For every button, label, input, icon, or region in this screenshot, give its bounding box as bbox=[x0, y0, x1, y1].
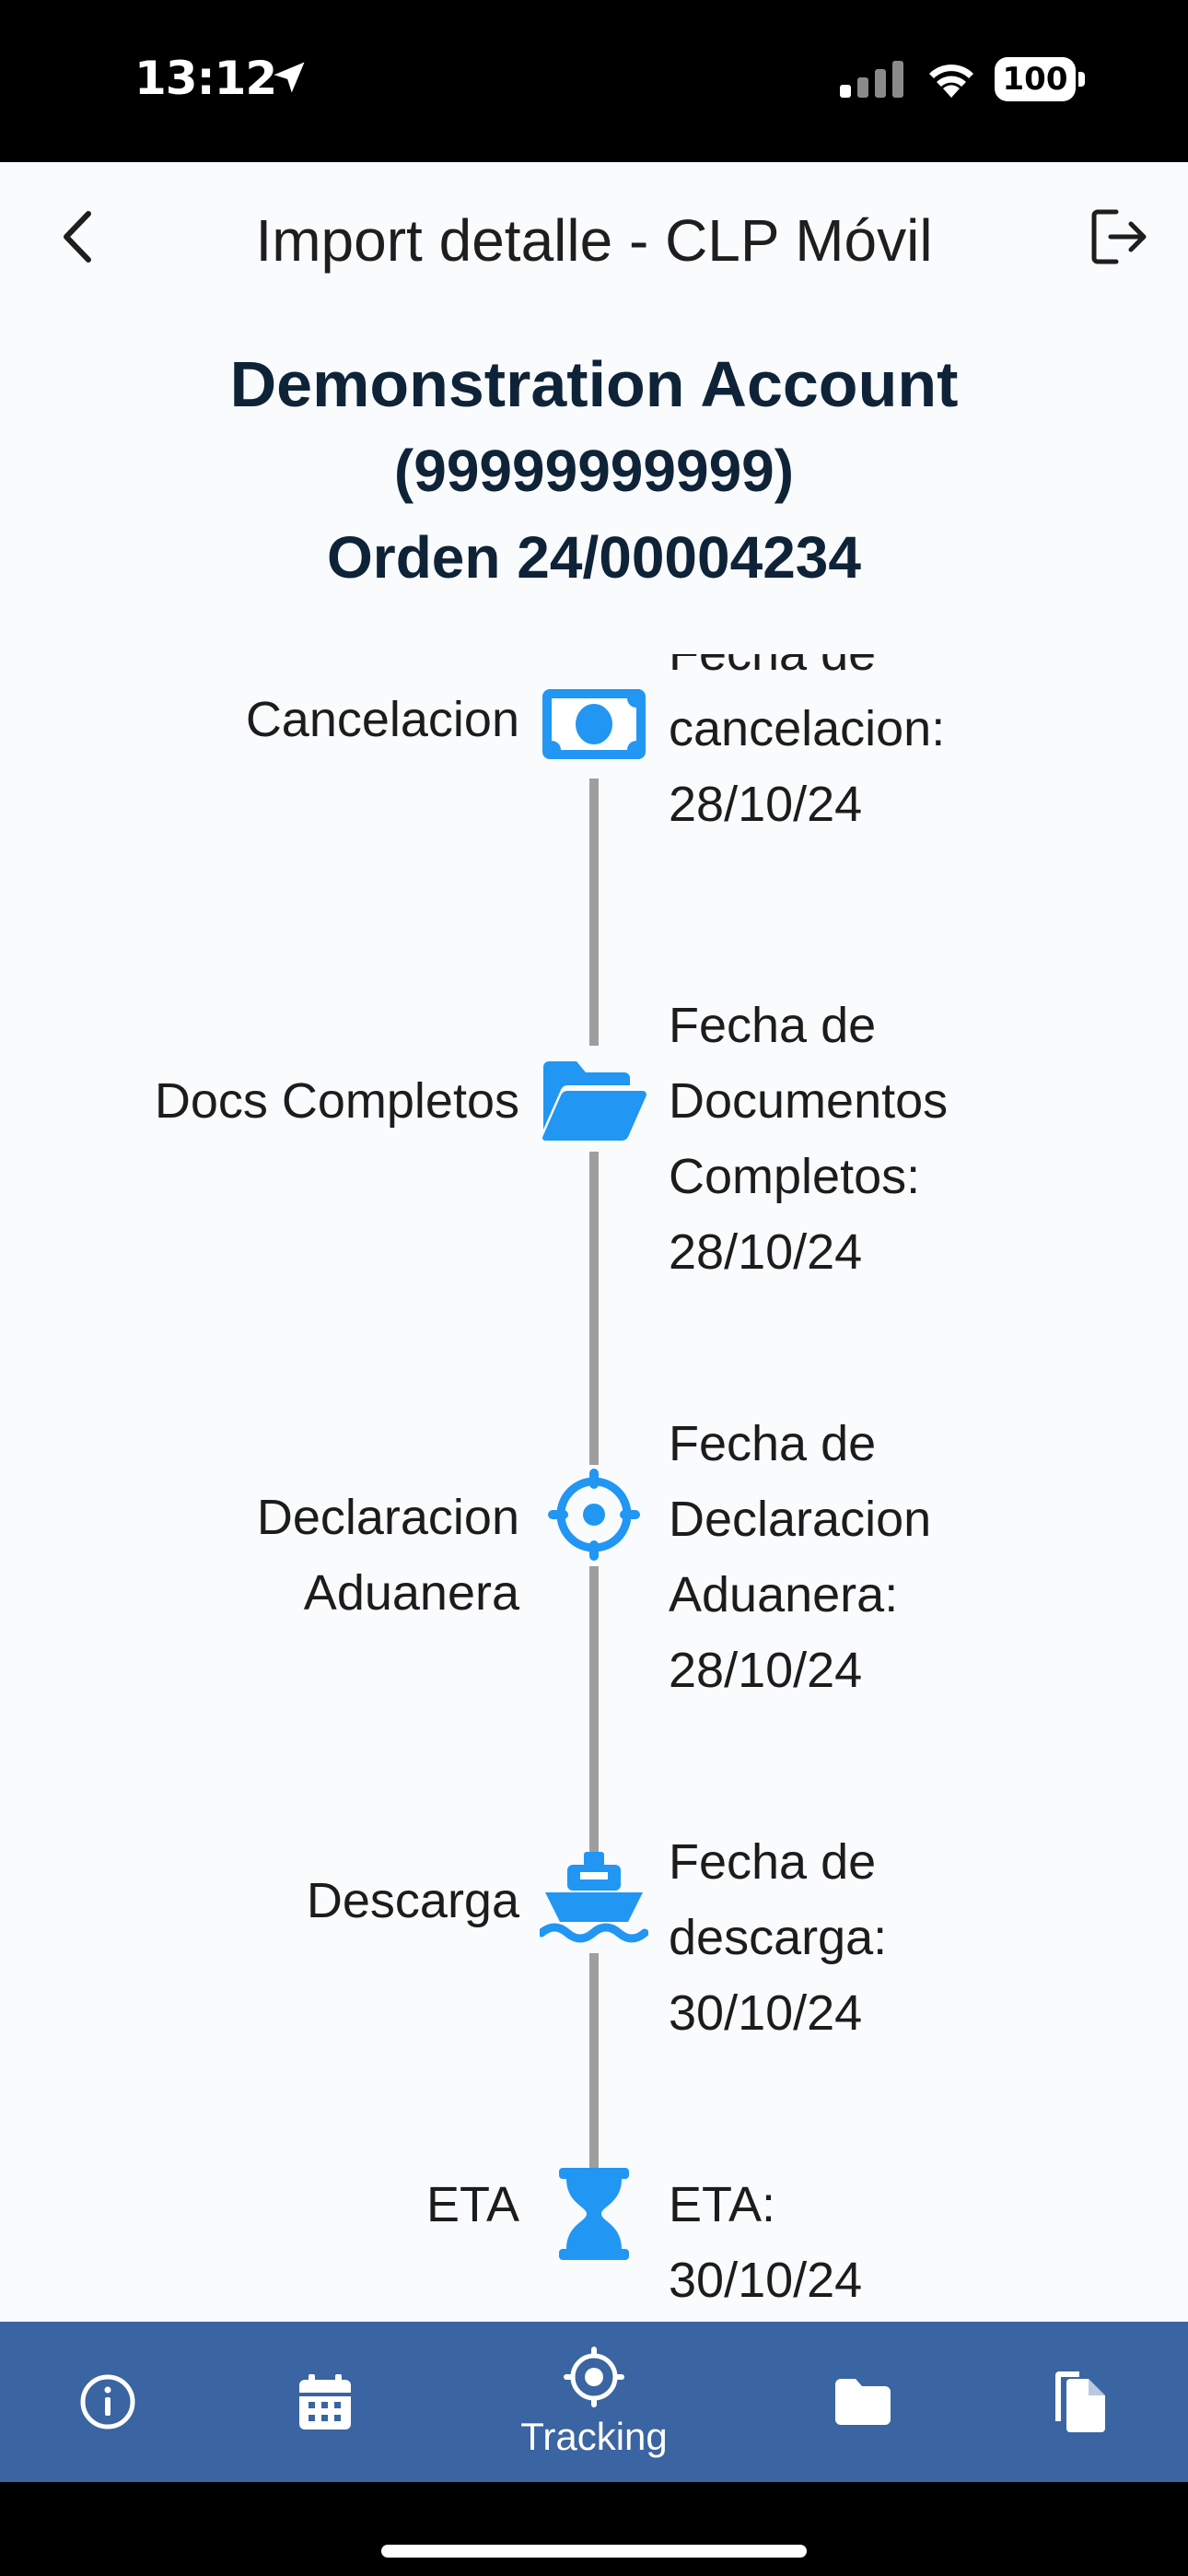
timeline-connector bbox=[589, 779, 599, 1046]
event-label: Descarga bbox=[306, 1873, 519, 1928]
account-id: (99999999999) bbox=[393, 438, 795, 504]
account-header: Demonstration Account (99999999999) Orde… bbox=[0, 341, 1188, 601]
event-detail: Fecha de Declaracion Aduanera: 28/10/24 bbox=[669, 1416, 932, 1698]
calendar-icon bbox=[299, 2374, 351, 2430]
battery-level: 100 bbox=[995, 57, 1076, 101]
app-bar: Import detalle - CLP Móvil bbox=[0, 162, 1188, 319]
tracking-icon bbox=[564, 2347, 624, 2407]
documents-icon bbox=[1055, 2371, 1105, 2432]
page-title: Import detalle - CLP Móvil bbox=[255, 207, 933, 274]
event-detail: Fecha de cancelacion: 28/10/24 bbox=[669, 654, 946, 832]
wifi-icon bbox=[929, 64, 973, 98]
nav-calendar[interactable] bbox=[247, 2322, 403, 2482]
money-icon bbox=[540, 680, 648, 768]
status-time: 13:12 bbox=[134, 52, 277, 105]
tracking-timeline[interactable]: Cancelacion Fecha de cancelacion: 28/10/… bbox=[0, 654, 1188, 2322]
event-detail: ETA: 30/10/24 bbox=[669, 2177, 863, 2308]
event-label: ETA bbox=[425, 2177, 519, 2232]
info-icon bbox=[80, 2374, 135, 2430]
status-bar: 13:12 100 bbox=[0, 0, 1188, 162]
nav-documents[interactable] bbox=[1002, 2322, 1159, 2482]
ship-icon bbox=[540, 1848, 648, 1951]
event-label: Declaracion Aduanera bbox=[256, 1490, 519, 1621]
timeline-connector bbox=[589, 1566, 599, 1879]
home-indicator[interactable] bbox=[381, 2545, 807, 2558]
battery-icon: 100 bbox=[995, 57, 1087, 101]
hourglass-icon bbox=[540, 2163, 648, 2265]
crosshair-icon bbox=[540, 1469, 648, 1561]
event-label: Cancelacion bbox=[245, 692, 519, 747]
nav-tracking-label: Tracking bbox=[520, 2415, 668, 2458]
nav-info[interactable] bbox=[29, 2322, 186, 2482]
chevron-left-icon[interactable] bbox=[46, 205, 111, 269]
folder-icon bbox=[835, 2379, 891, 2425]
account-name: Demonstration Account bbox=[229, 348, 959, 420]
timeline-connector bbox=[589, 1953, 599, 2193]
signal-icon bbox=[840, 61, 903, 98]
folder-open-icon bbox=[540, 1056, 648, 1144]
event-detail: Fecha de descarga: 30/10/24 bbox=[669, 1834, 888, 2041]
order-number: Orden 24/00004234 bbox=[327, 524, 861, 591]
location-arrow-icon bbox=[274, 62, 305, 93]
bottom-nav: Tracking bbox=[0, 2322, 1188, 2482]
home-indicator-area bbox=[0, 2482, 1188, 2576]
nav-tracking[interactable]: Tracking bbox=[516, 2322, 672, 2482]
timeline-connector bbox=[589, 1152, 599, 1465]
logout-icon[interactable] bbox=[1087, 205, 1151, 269]
event-detail: Fecha de Documentos Completos: 28/10/24 bbox=[669, 998, 949, 1280]
nav-folder[interactable] bbox=[785, 2322, 941, 2482]
event-label: Docs Completos bbox=[154, 1073, 519, 1129]
